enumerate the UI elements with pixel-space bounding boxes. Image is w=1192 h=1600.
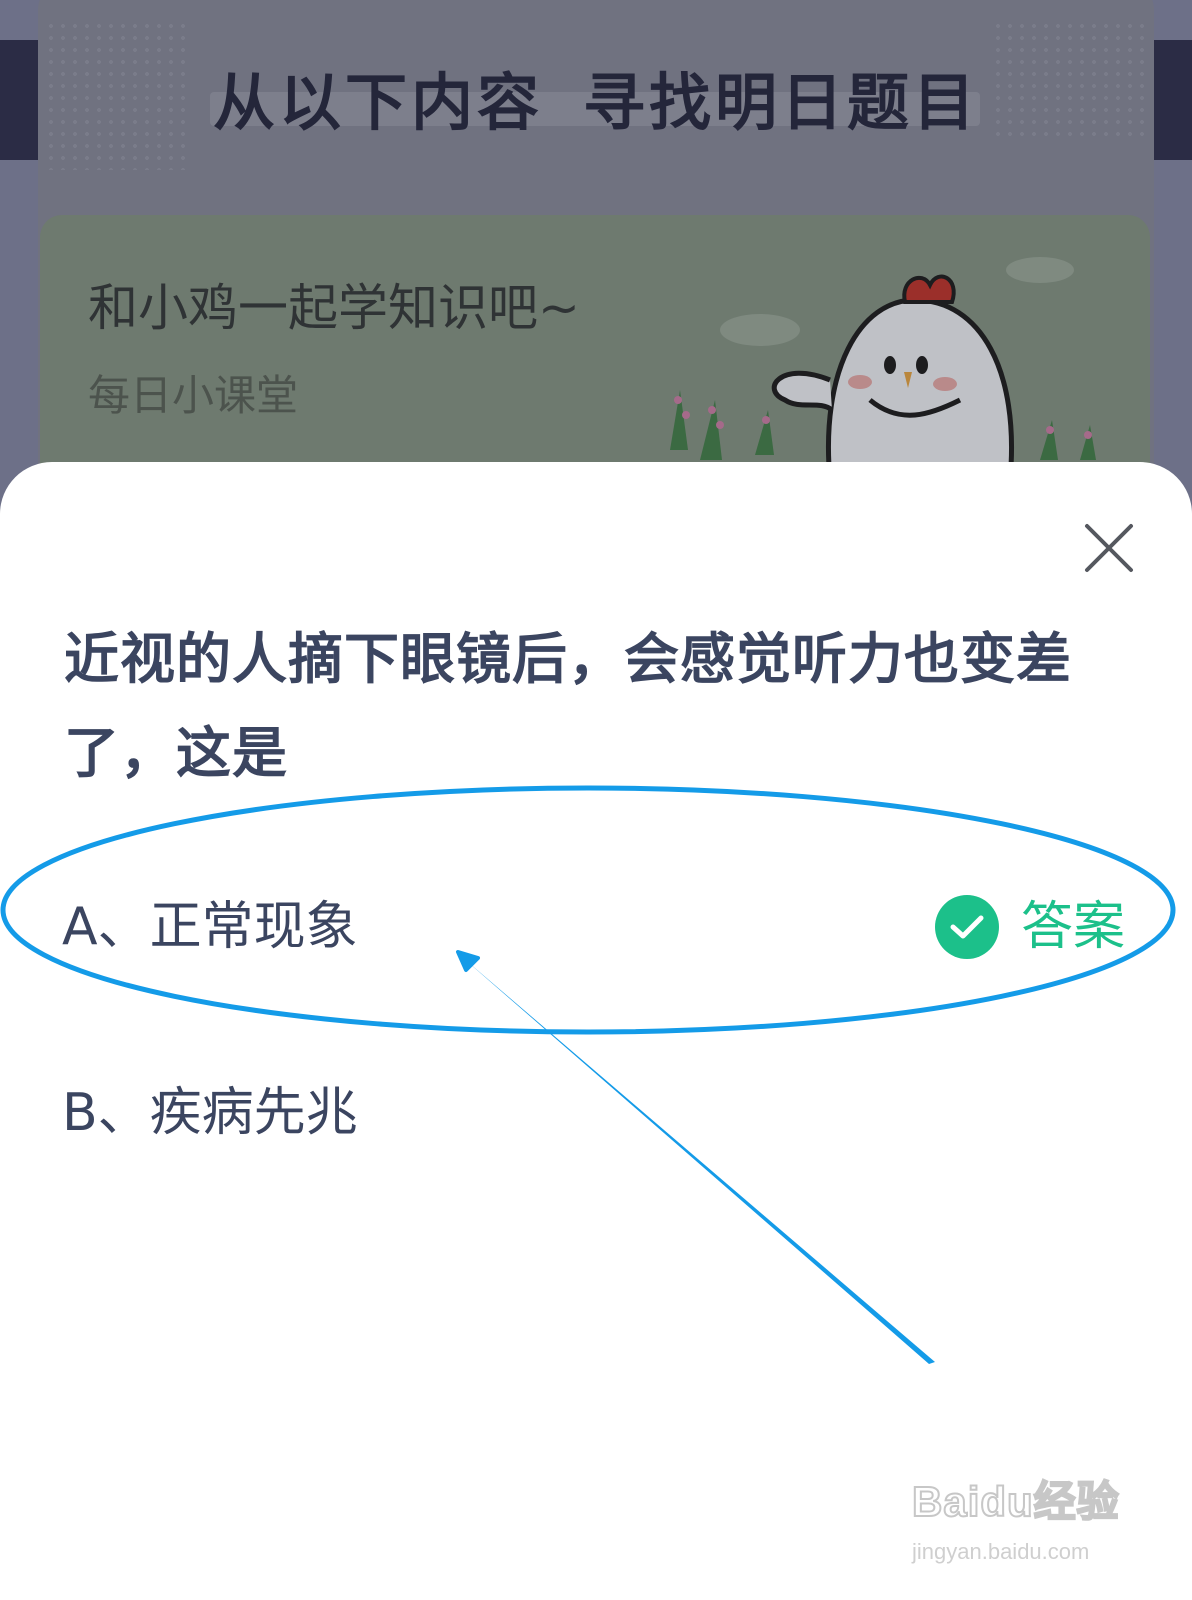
checkmark-icon: [950, 915, 984, 939]
chick-illustration: [670, 257, 1096, 480]
answer-badge: 答案: [934, 882, 1125, 972]
option-a[interactable]: A、正常现象 答案: [62, 882, 1142, 972]
option-a-label: A、正常现象: [62, 897, 358, 957]
watermark-brand: Baidu经验: [911, 1477, 1120, 1526]
option-b-label: B、疾病先兆: [62, 1083, 358, 1143]
answer-label: 答案: [1020, 897, 1125, 957]
watermark-url: jingyan.baidu.com: [912, 1539, 1090, 1564]
banner-title-part1: 从以下内容: [212, 66, 543, 139]
option-b[interactable]: B、疾病先兆: [62, 1068, 1142, 1158]
baidu-watermark: Baidu经验 jingyan.baidu.com: [911, 1468, 1132, 1578]
close-button[interactable]: [1083, 522, 1135, 574]
close-icon: [1085, 524, 1133, 572]
lesson-card-subtitle: 每日小课堂: [88, 371, 299, 420]
check-circle-icon: [934, 895, 999, 959]
banner-title: 从以下内容 寻找明日题目: [0, 52, 1192, 142]
question-text: 近视的人摘下眼镜后，会感觉听力也变差了，这是: [64, 627, 1073, 785]
banner-title-part2: 寻找明日题目: [583, 66, 980, 139]
lesson-card-title: 和小鸡一起学知识吧~: [88, 279, 580, 337]
